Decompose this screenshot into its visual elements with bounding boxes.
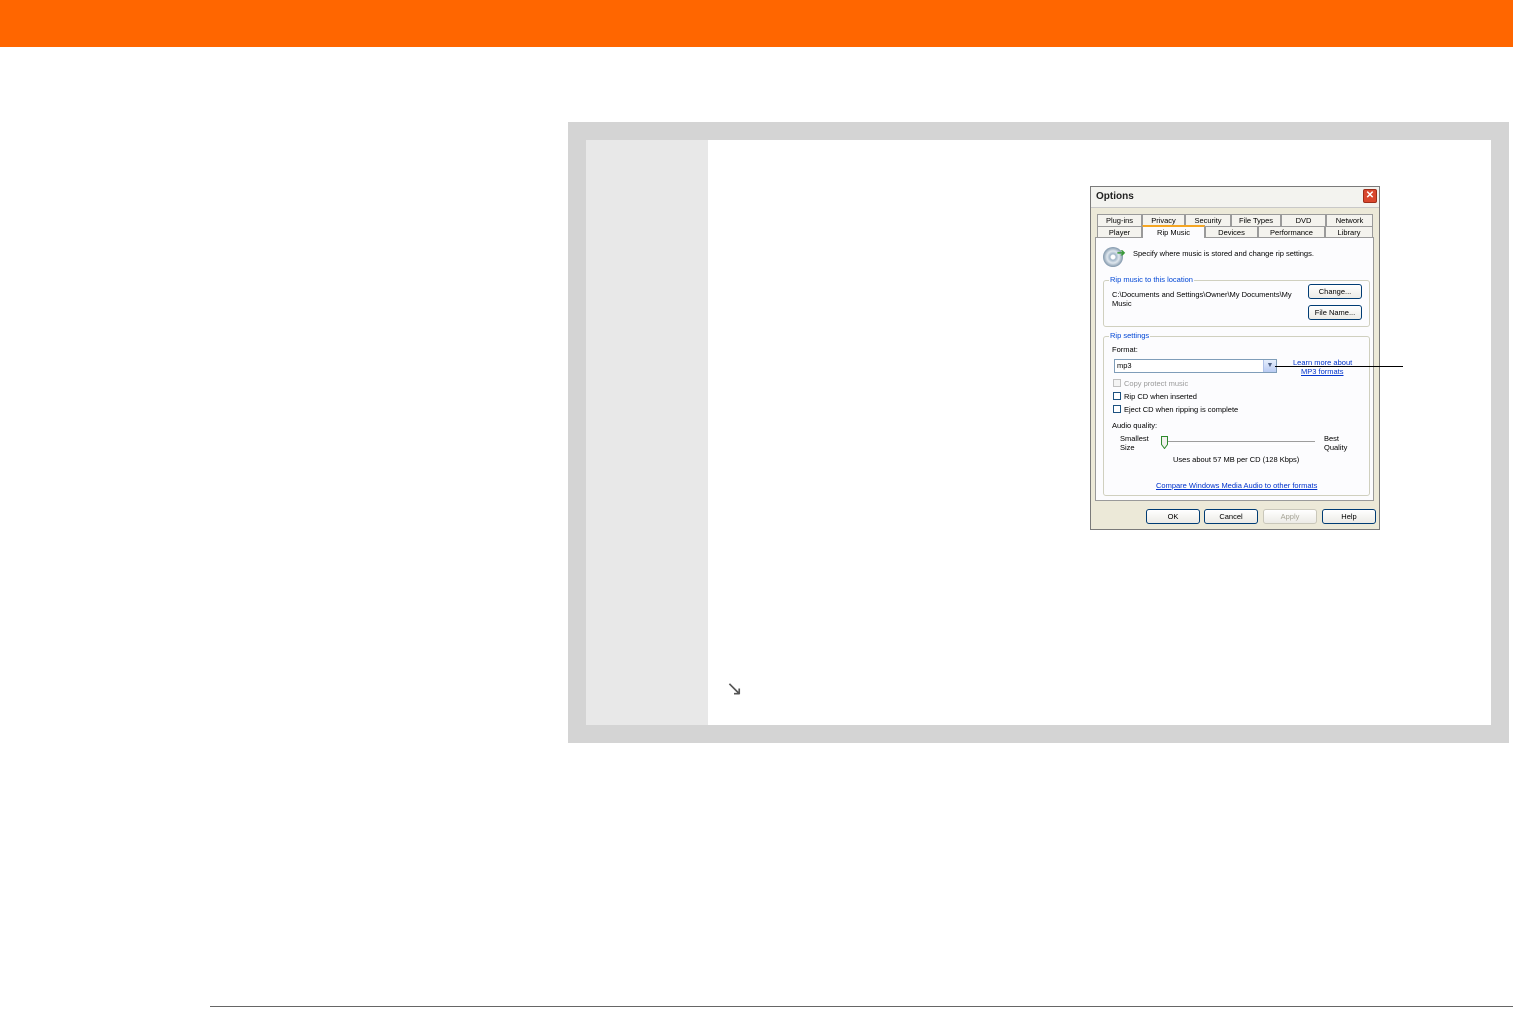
help-button[interactable]: Help [1322,509,1376,524]
header-bar [0,0,1513,47]
format-select[interactable]: mp3 ▼ [1114,359,1277,373]
dialog-title: Options [1096,191,1134,202]
footer-rule [210,1006,1513,1007]
eject-cd-label: Eject CD when ripping is complete [1124,405,1239,414]
tab-dvd[interactable]: DVD [1281,214,1326,226]
audio-quality-label: Audio quality: [1112,421,1158,430]
rip-cd-label: Rip CD when inserted [1124,392,1197,401]
smallest-size-label: Smallest [1120,434,1149,443]
best-quality-label-cont: Quality [1324,443,1348,452]
location-path: C:\Documents and Settings\Owner\My Docum… [1112,290,1292,299]
callout-line [1275,366,1403,367]
quality-slider-track[interactable] [1165,441,1315,445]
quality-slider-thumb[interactable] [1161,436,1168,449]
dialog-title-bar: Options ✕ [1091,187,1379,208]
format-label: Format: [1112,345,1138,354]
close-icon[interactable]: ✕ [1363,189,1377,203]
mp3-formats-link[interactable]: MP3 formats [1301,367,1344,376]
smallest-size-label-cont: Size [1120,443,1135,452]
rip-arrow-icon: ➔ [1117,248,1126,259]
panel-sidebar [586,140,708,725]
location-group-label: Rip music to this location [1109,275,1194,284]
rip-cd-checkbox[interactable] [1113,392,1121,400]
location-path-cont: Music [1112,299,1132,308]
tab-plug-ins[interactable]: Plug-ins [1097,214,1142,226]
ok-button[interactable]: OK [1146,509,1200,524]
copy-protect-label: Copy protect music [1124,379,1189,388]
best-quality-label: Best [1324,434,1340,443]
usage-text: Uses about 57 MB per CD (128 Kbps) [1173,455,1300,464]
compare-formats-link[interactable]: Compare Windows Media Audio to other for… [1156,481,1317,490]
tab-file-types[interactable]: File Types [1231,214,1281,226]
options-dialog: Options ✕ Plug-ins Privacy Security File… [1090,186,1380,530]
eject-cd-checkbox[interactable] [1113,405,1121,413]
cancel-button[interactable]: Cancel [1204,509,1258,524]
format-value: mp3 [1117,361,1132,370]
settings-group-label: Rip settings [1109,331,1151,340]
change-button[interactable]: Change... [1308,284,1362,299]
apply-button: Apply [1263,509,1317,524]
tab-rip-music[interactable]: Rip Music [1142,225,1205,238]
continue-arrow-icon: ↘ [726,676,743,700]
tab-network[interactable]: Network [1326,214,1373,226]
description-text: Specify where music is stored and change… [1133,249,1314,258]
copy-protect-checkbox [1113,379,1121,387]
file-name-button[interactable]: File Name... [1308,305,1362,320]
